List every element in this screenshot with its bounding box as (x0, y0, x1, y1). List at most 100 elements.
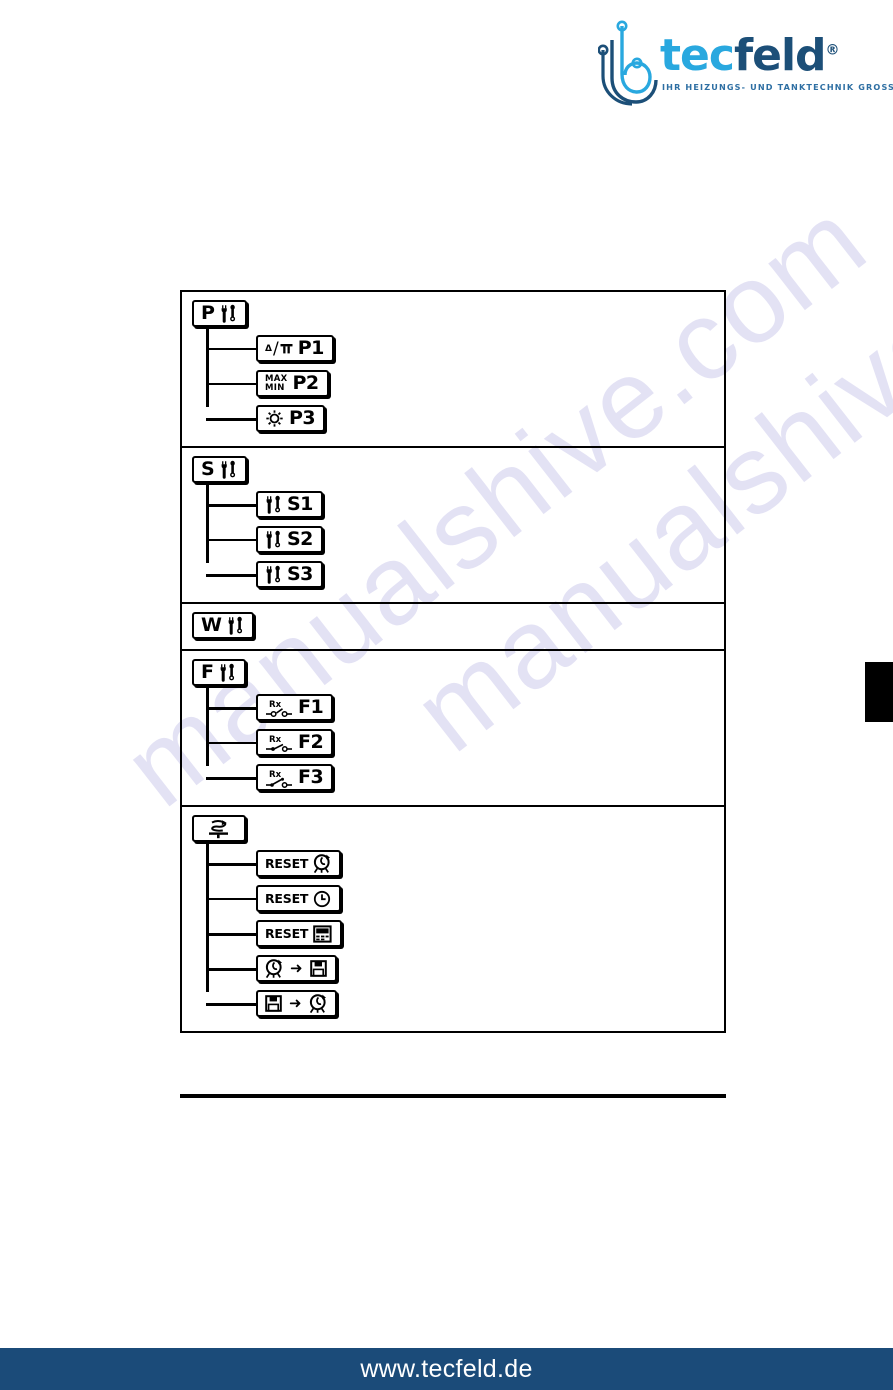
menu-children-s: S1 S2 S3 (206, 471, 724, 592)
menu-node-reset-hours[interactable]: RESET (256, 885, 342, 912)
menu-node-f1[interactable]: Rx F1 (256, 694, 334, 721)
menu-node-memory-to-burner[interactable]: ➜ (256, 990, 337, 1017)
brand-logo: tecfeld® IHR HEIZUNGS- UND TANKTECHNIK G… (597, 14, 893, 113)
tools-icon (227, 616, 244, 635)
menu-node-reset-burner[interactable]: RESET (256, 850, 342, 877)
menu-node-s1[interactable]: S1 (256, 491, 323, 518)
menu-group-service: RESET RESET RESET ➜ ➜ (182, 807, 724, 1031)
menu-item-f3[interactable]: Rx F3 (206, 760, 724, 795)
menu-item-s1[interactable]: S1 (206, 487, 724, 522)
brand-wordmark-part1: tec (660, 30, 735, 81)
pressure-symbol-icon (280, 343, 293, 354)
menu-item-s3[interactable]: S3 (206, 557, 724, 592)
svg-text:Rx: Rx (269, 700, 282, 710)
menu-node-f[interactable]: F (192, 659, 246, 686)
document-page: manualshive.com manualshive.com tecfeld®… (0, 0, 893, 1390)
floppy-disk-icon (309, 960, 327, 977)
menu-item-p2[interactable]: MAX MIN P2 (206, 366, 724, 401)
menu-node-p2[interactable]: MAX MIN P2 (256, 370, 329, 397)
menu-group-p: P Δ / P1 MAX MIN P2 P3 (182, 292, 724, 448)
menu-node-p1[interactable]: Δ / P1 (256, 335, 334, 362)
menu-node-reset-display[interactable]: RESET (256, 920, 343, 947)
floppy-disk-icon (265, 995, 282, 1012)
delta-pressure-icon: Δ / (265, 339, 293, 359)
clock-icon (313, 890, 331, 908)
menu-children-service: RESET RESET RESET ➜ ➜ (206, 830, 724, 1021)
menu-item-memory-to-burner[interactable]: ➜ (206, 986, 724, 1021)
menu-node-service[interactable] (192, 815, 246, 842)
min-label: MIN (265, 382, 285, 393)
menu-node-burner-to-memory[interactable]: ➜ (256, 955, 337, 982)
display-panel-icon (313, 924, 332, 943)
menu-node-s2-label: S2 (287, 528, 313, 550)
menu-node-s1-label: S1 (287, 493, 313, 515)
svg-text:Rx: Rx (269, 770, 282, 780)
menu-node-s3-label: S3 (287, 563, 313, 585)
menu-tree-diagram: P Δ / P1 MAX MIN P2 P3 S S1 S2 S3 W F Rx… (180, 290, 726, 1033)
menu-node-p3[interactable]: P3 (256, 405, 326, 432)
menu-node-s-letter: S (201, 458, 215, 480)
registered-mark: ® (825, 42, 840, 59)
delta-pressure-numerator: Δ (265, 343, 272, 354)
burner-icon (313, 854, 331, 873)
footer-website-link[interactable]: www.tecfeld.de (360, 1355, 532, 1384)
reset-label: RESET (265, 891, 309, 906)
menu-group-f: F Rx F1 Rx F2 Rx F3 (182, 651, 724, 807)
brand-tagline: IHR HEIZUNGS- UND TANKTECHNIK GROSSHANDE… (662, 82, 893, 92)
tools-icon (265, 530, 282, 549)
burner-icon (265, 959, 283, 978)
svg-text:Rx: Rx (269, 735, 282, 745)
menu-node-w[interactable]: W (192, 612, 254, 639)
tools-icon (265, 495, 282, 514)
fraction-slash: / (272, 338, 279, 359)
menu-node-s[interactable]: S (192, 456, 247, 483)
page-footer: www.tecfeld.de (0, 1348, 893, 1390)
menu-node-f1-label: F1 (298, 696, 324, 718)
relay-contact-changeover-icon: Rx (265, 767, 293, 789)
menu-item-burner-to-memory[interactable]: ➜ (206, 951, 724, 986)
menu-node-f3-label: F3 (298, 766, 324, 788)
tools-icon (220, 460, 237, 479)
page-edge-tab-marker (865, 662, 893, 722)
brand-wordmark: tecfeld® (660, 34, 840, 78)
menu-node-s3[interactable]: S3 (256, 561, 323, 588)
arrow-right-icon: ➜ (289, 994, 302, 1012)
reset-label: RESET (265, 926, 309, 941)
menu-node-f-letter: F (201, 661, 214, 683)
menu-item-reset-hours[interactable]: RESET (206, 881, 724, 916)
menu-item-s2[interactable]: S2 (206, 522, 724, 557)
relay-contact-open-icon: Rx (265, 697, 293, 719)
reset-label: RESET (265, 856, 309, 871)
section-divider-rule (180, 1094, 726, 1098)
menu-node-p[interactable]: P (192, 300, 247, 327)
menu-item-reset-display[interactable]: RESET (206, 916, 724, 951)
menu-item-p1[interactable]: Δ / P1 (206, 331, 724, 366)
tools-icon (265, 565, 282, 584)
service-hand-icon (206, 819, 236, 839)
tools-icon (220, 304, 237, 323)
menu-children-p: Δ / P1 MAX MIN P2 P3 (206, 315, 724, 436)
menu-group-s: S S1 S2 S3 (182, 448, 724, 604)
menu-node-f2-label: F2 (298, 731, 324, 753)
burner-icon (309, 994, 327, 1013)
menu-item-reset-burner[interactable]: RESET (206, 846, 724, 881)
menu-node-f2[interactable]: Rx F2 (256, 729, 334, 756)
brand-wordmark-part2: feld (733, 30, 827, 81)
menu-node-p-letter: P (201, 302, 215, 324)
menu-item-f2[interactable]: Rx F2 (206, 725, 724, 760)
menu-children-f: Rx F1 Rx F2 Rx F3 (206, 674, 724, 795)
menu-node-p1-label: P1 (297, 337, 325, 359)
relay-contact-closed-icon: Rx (265, 732, 293, 754)
menu-group-w: W (182, 604, 724, 651)
gear-icon (265, 409, 284, 428)
menu-node-s2[interactable]: S2 (256, 526, 323, 553)
menu-node-w-letter: W (201, 614, 222, 636)
tools-icon (219, 663, 236, 682)
menu-item-p3[interactable]: P3 (206, 401, 724, 436)
tecfeld-symbol-icon (597, 16, 660, 113)
menu-item-f1[interactable]: Rx F1 (206, 690, 724, 725)
menu-node-f3[interactable]: Rx F3 (256, 764, 334, 791)
menu-node-p3-label: P3 (289, 407, 316, 429)
menu-node-p2-label: P2 (292, 372, 320, 394)
max-min-icon: MAX MIN (265, 374, 288, 393)
